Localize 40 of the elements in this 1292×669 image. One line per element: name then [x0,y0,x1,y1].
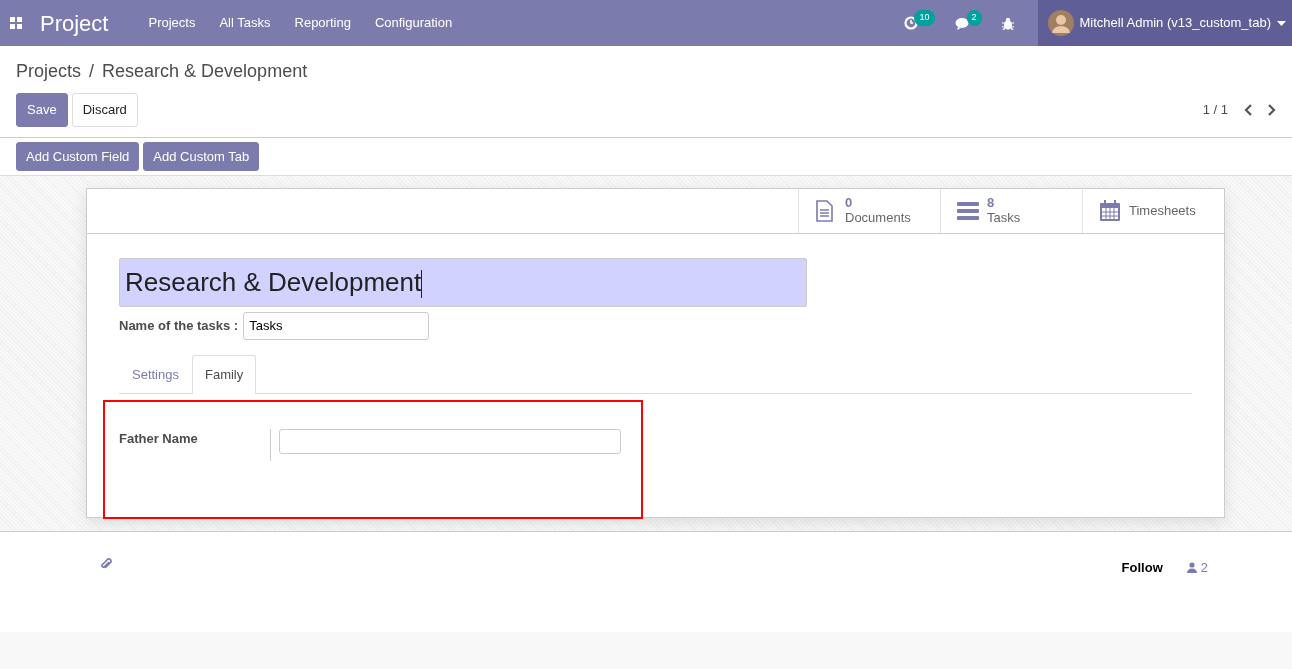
bug-icon[interactable] [1001,16,1014,30]
menu-item[interactable]: Reporting [294,13,351,33]
followers-button[interactable]: 2 [1186,558,1208,578]
chat-bubbles-icon[interactable] [954,16,971,30]
follow-button[interactable]: Follow [1121,558,1163,578]
smart-button[interactable]: Timesheets [1082,189,1224,233]
breadcrumb-current: Research & Development [102,60,308,83]
app-name: Project [40,9,109,38]
calendar-icon [1099,200,1121,222]
message-count-badge: 2 [966,10,982,26]
user-menu[interactable]: Mitchell Admin (v13_custom_tab) [1037,0,1292,46]
task-name-field[interactable]: Tasks [243,312,430,340]
tab[interactable]: Settings [119,354,192,394]
discard-button[interactable]: Discard [71,93,138,127]
person-icon [1186,562,1197,574]
chevron-left-icon[interactable] [1244,103,1252,116]
chevron-right-icon[interactable] [1268,103,1276,116]
field-label: Father Name [119,430,199,448]
pager-counter: 1 / 1 [1202,101,1228,119]
breadcrumb-separator: / [89,60,95,83]
caret-down-icon [1277,20,1286,26]
breadcrumb-link[interactable]: Projects [16,58,82,85]
smart-button[interactable]: 0 Documents [798,189,940,233]
apps-menu-icon[interactable] [10,17,22,29]
custom-action-button[interactable]: Add Custom Tab [143,141,260,171]
menu-item[interactable]: All Tasks [219,13,271,33]
avatar-icon [1047,10,1074,36]
save-button[interactable]: Save [16,93,68,127]
menu-item[interactable]: Configuration [374,13,453,33]
clock-icon[interactable] [904,16,919,30]
custom-action-button[interactable]: Add Custom Field [16,141,140,171]
tab[interactable]: Family [192,354,257,394]
smart-button[interactable]: 8 Tasks [940,189,1082,233]
menu-item[interactable]: Projects [148,13,196,33]
activity-count-badge: 10 [914,10,935,26]
text-field[interactable] [279,429,621,454]
paperclip-icon[interactable] [100,558,112,570]
field-label: Name of the tasks : [119,317,239,335]
title-field[interactable]: Research & Development [119,258,807,307]
stacked-bars-icon [957,200,979,222]
